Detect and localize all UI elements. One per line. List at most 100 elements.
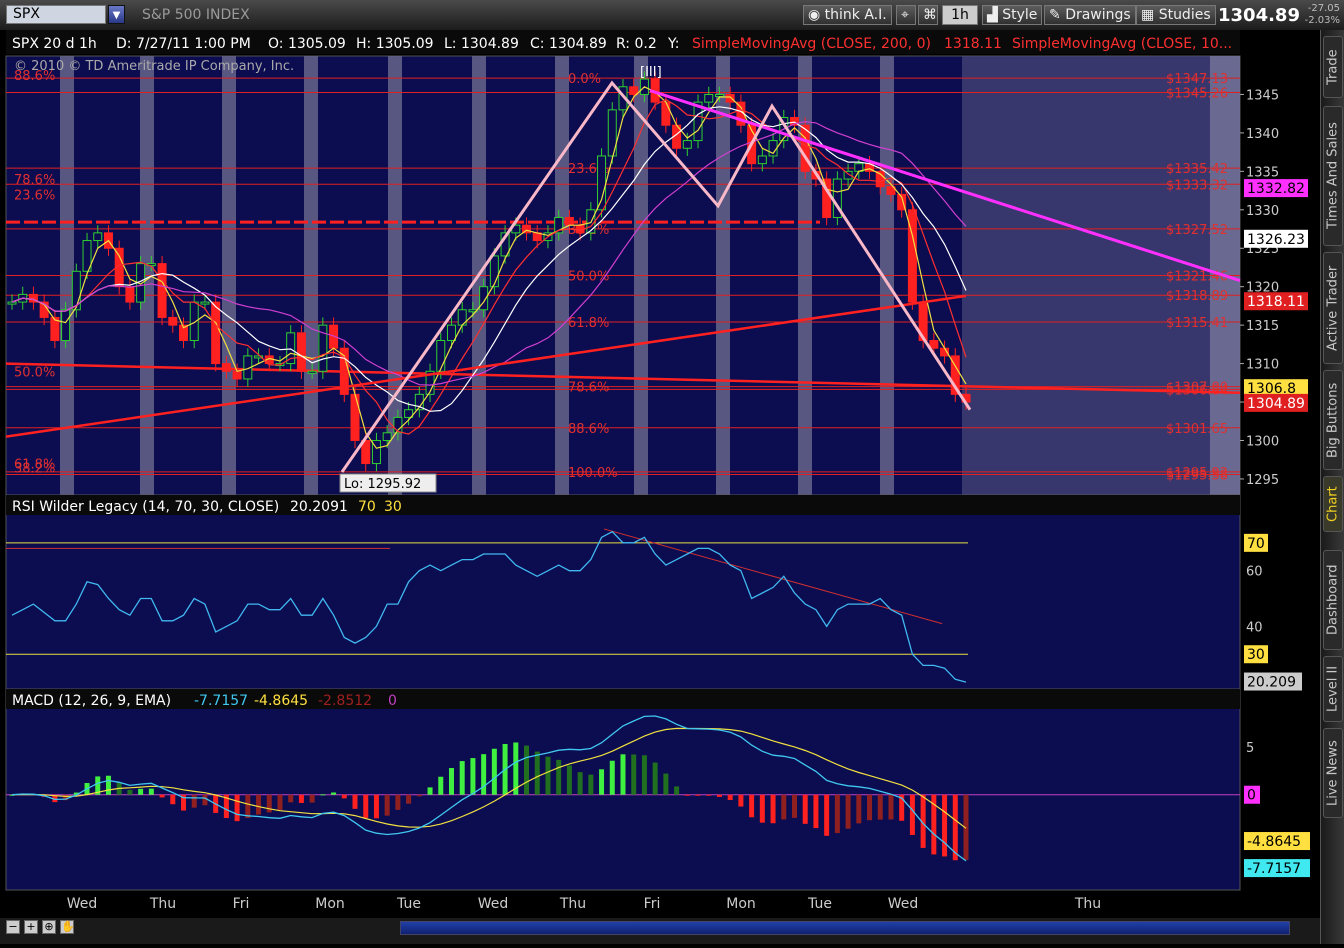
chart-tool-icon[interactable]: ⌘ <box>918 5 938 25</box>
candle-body <box>661 101 671 126</box>
macd-histogram-bar <box>341 794 347 799</box>
session-shade <box>222 56 236 502</box>
macd-histogram-bar <box>406 794 412 804</box>
rsi-os-label: 30 <box>384 499 402 515</box>
tab-live-news[interactable]: Live News <box>1323 728 1343 818</box>
last-price-tag: 1304.89 <box>1247 396 1305 412</box>
macd-histogram-bar <box>127 789 133 795</box>
macd-histogram-bar <box>148 788 154 795</box>
candle-body <box>597 155 607 211</box>
candle-body <box>157 263 167 318</box>
session-shade <box>880 56 894 502</box>
macd-histogram-bar <box>170 794 176 805</box>
symbol-dropdown-icon[interactable]: ▼ <box>108 5 125 24</box>
macd-histogram-bar <box>373 794 379 819</box>
style-label: Style <box>1002 7 1038 23</box>
macd-avg: -4.8645 <box>254 693 308 709</box>
think-ai-button[interactable]: ◉ think A.I. <box>803 5 892 25</box>
rsi-ob-label: 70 <box>358 499 376 515</box>
candle-body <box>61 309 71 342</box>
macd-histogram-bar <box>363 794 369 818</box>
zoom-in-icon[interactable]: + <box>24 920 38 934</box>
tab-big-buttons[interactable]: Big Buttons <box>1323 370 1343 470</box>
candle-body <box>7 301 17 305</box>
macd-histogram-bar <box>588 774 594 795</box>
last-price: 1304.89 <box>1218 5 1300 26</box>
zoom-fit-icon[interactable]: ⊕ <box>42 920 56 934</box>
macd-histogram-bar <box>888 794 894 820</box>
macd-histogram-bar <box>609 760 615 795</box>
x-axis-day-label: Fri <box>644 896 661 912</box>
style-button[interactable]: ▟ Style <box>982 5 1043 25</box>
fib-price-label: $1321.46 <box>1166 269 1228 284</box>
macd-histogram-bar <box>749 794 755 818</box>
session-shade <box>716 56 730 502</box>
macd-diff: -2.8512 <box>318 693 372 709</box>
rsi-tick-label: 40 <box>1246 620 1263 635</box>
tab-level-ii[interactable]: Level II <box>1323 656 1343 722</box>
sma200-price-tag: 1318.11 <box>1247 294 1305 310</box>
macd-histogram-bar <box>534 751 540 795</box>
right-sidebar: Trade Times And Sales Active Trader Big … <box>1320 30 1344 944</box>
macd-histogram-bar <box>395 794 401 810</box>
candle-body <box>682 140 692 149</box>
fib-price-label: $1301.65 <box>1166 422 1228 437</box>
tab-times-and-sales[interactable]: Times And Sales <box>1323 106 1343 246</box>
price-pane: SPX 20 d 1h D: 7/27/11 1:00 PM O: 1305.09 H… <box>5 30 1308 503</box>
pan-icon[interactable]: ✋ <box>60 920 75 934</box>
pattern-marker: [III] <box>640 65 662 80</box>
y-tick-label: 1340 <box>1246 127 1279 142</box>
candle-body <box>296 332 306 372</box>
macd-histogram-bar <box>824 794 830 836</box>
y-tick-label: 1315 <box>1246 319 1279 334</box>
macd-histogram-bar <box>105 775 111 795</box>
rsi-tick-label: 60 <box>1246 565 1263 580</box>
candle-body <box>757 155 767 165</box>
tab-chart[interactable]: Chart <box>1323 476 1343 532</box>
fib-pct-label: 100.0% <box>568 466 618 481</box>
macd-histogram-bar <box>791 794 797 818</box>
symbol-input[interactable]: SPX <box>6 5 106 24</box>
studies-button[interactable]: ▦ Studies <box>1136 5 1216 25</box>
y-tick-label: 1295 <box>1246 473 1279 488</box>
fib-left-label: 61.8% <box>14 458 55 473</box>
macd-histogram-bar <box>867 794 873 821</box>
time-scrollbar[interactable] <box>400 921 1290 935</box>
timeframe-button[interactable]: 1h <box>942 5 978 25</box>
macd-histogram-bar <box>556 759 562 795</box>
crosshair-icon[interactable]: ⌖ <box>896 5 916 25</box>
macd-histogram-bar <box>813 794 819 829</box>
macd-histogram-bar <box>909 794 915 835</box>
y-tick-label: 1335 <box>1246 165 1279 180</box>
macd-histogram-bar <box>159 794 165 798</box>
zoom-out-icon[interactable]: − <box>6 920 20 934</box>
rsi-30-tag: 30 <box>1247 647 1265 663</box>
macd-histogram-bar <box>438 776 444 795</box>
macd-histogram-bar <box>727 794 733 801</box>
header-value: SimpleMovingAvg (CLOSE, 200, 0) <box>692 36 931 52</box>
candle-body <box>125 286 135 303</box>
macd-histogram-bar <box>599 769 605 795</box>
macd-histogram-bar <box>942 794 948 857</box>
percent-change: -2.03% <box>1304 15 1340 26</box>
header-value: C: 1304.89 <box>530 36 607 52</box>
net-change: -27.05 <box>1307 3 1340 14</box>
fib-left-label: 78.6% <box>14 173 55 188</box>
macd-value: -7.7157 <box>194 693 248 709</box>
candle-body <box>564 216 574 226</box>
tab-trade[interactable]: Trade <box>1323 36 1343 98</box>
fib-pct-label: 61.8% <box>568 316 609 331</box>
drawings-button[interactable]: ✎ Drawings <box>1044 5 1136 25</box>
macd-histogram-bar <box>802 794 808 824</box>
x-axis-day-label: Mon <box>315 896 345 912</box>
candle-body <box>436 340 446 372</box>
rsi-background <box>5 494 1241 697</box>
chart-area[interactable]: SPX 20 d 1h D: 7/27/11 1:00 PM O: 1305.09 H… <box>0 30 1320 948</box>
think-ai-label: think A.I. <box>824 7 887 23</box>
tab-active-trader[interactable]: Active Trader <box>1323 252 1343 364</box>
top-toolbar: SPX ▼ S&P 500 INDEX ◉ think A.I. ⌖ ⌘ 1h … <box>0 0 1344 31</box>
candle-body <box>725 93 735 103</box>
x-axis: Wed Thu Fri Mon Tue Wed Thu Fri Mon Tue Wed Thu <box>67 896 1101 912</box>
tab-dashboard[interactable]: Dashboard <box>1323 550 1343 650</box>
y-tick-label: 1300 <box>1246 434 1279 449</box>
